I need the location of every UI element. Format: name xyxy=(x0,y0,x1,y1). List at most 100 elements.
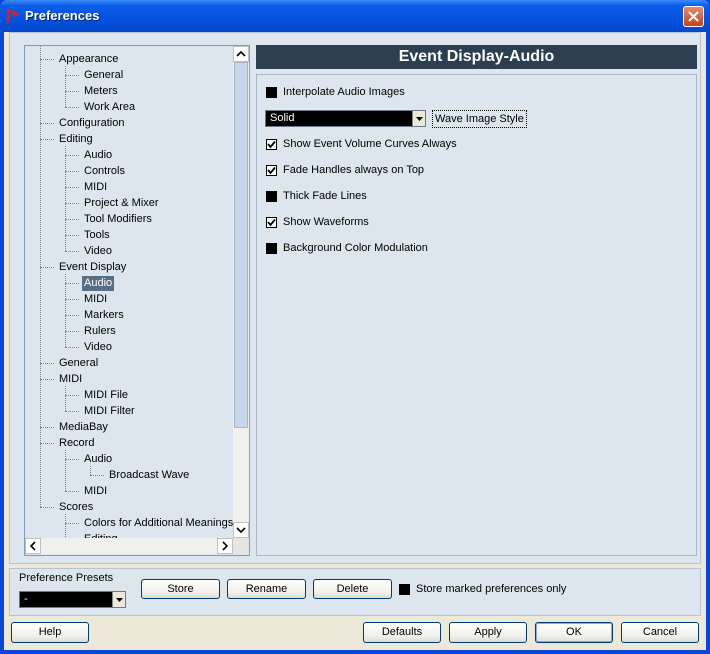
preferences-tree[interactable]: Appearance General Meters Work Area Configur… xyxy=(24,45,250,556)
tree-connector xyxy=(40,123,42,139)
tree-item[interactable]: MIDI xyxy=(82,292,109,307)
tree-horizontal-scrollbar[interactable] xyxy=(25,538,233,554)
tree-item[interactable]: Work Area xyxy=(82,100,137,115)
tree-connector xyxy=(65,235,79,237)
help-button[interactable]: Help xyxy=(11,622,89,643)
tree-item[interactable]: Controls xyxy=(82,164,127,179)
tree-item[interactable]: Record xyxy=(57,436,96,451)
tree-item[interactable]: Audio xyxy=(82,148,114,163)
tree-item[interactable]: Editing xyxy=(57,132,95,147)
tree-connector xyxy=(65,386,67,395)
checkbox[interactable] xyxy=(266,243,277,254)
option-label: Background Color Modulation xyxy=(283,242,428,254)
tree-connector xyxy=(65,299,67,315)
presets-select[interactable]: - xyxy=(19,591,126,608)
tree-connector xyxy=(65,299,79,301)
options-pane: Interpolate Audio Images Solid Wave Imag… xyxy=(256,74,697,556)
wave-style-value: Solid xyxy=(270,112,295,124)
tree-item[interactable]: Video xyxy=(82,244,114,259)
checkbox[interactable] xyxy=(266,165,277,176)
tree-connector xyxy=(65,331,79,333)
tree-connector xyxy=(40,443,42,507)
checkbox[interactable] xyxy=(266,217,277,228)
tree-item[interactable]: Project & Mixer xyxy=(82,196,161,211)
tree-connector xyxy=(40,267,42,363)
presets-value: - xyxy=(24,593,28,605)
tree-item[interactable]: MIDI Filter xyxy=(82,404,137,419)
tree-connector xyxy=(65,331,67,347)
scroll-left-button[interactable] xyxy=(25,538,41,554)
tree-vertical-scrollbar[interactable] xyxy=(233,46,249,538)
tree-item[interactable]: Video xyxy=(82,340,114,355)
tree-connector xyxy=(65,171,79,173)
chevron-down-icon xyxy=(236,527,246,534)
tree-connector xyxy=(65,283,67,299)
tree-connector xyxy=(65,91,79,93)
main-area: Appearance General Meters Work Area Configur… xyxy=(9,32,701,564)
tree-connector xyxy=(65,523,79,525)
tree-connector xyxy=(65,219,67,235)
tree-connector xyxy=(65,283,79,285)
ok-button[interactable]: OK xyxy=(535,622,613,643)
tree-item[interactable]: Tools xyxy=(82,228,112,243)
title-bar[interactable]: Preferences xyxy=(0,0,710,32)
cancel-button[interactable]: Cancel xyxy=(621,622,699,643)
tree-connector xyxy=(65,75,67,91)
scroll-right-button[interactable] xyxy=(217,538,233,554)
dropdown-button[interactable] xyxy=(412,111,425,126)
window-title: Preferences xyxy=(25,8,100,23)
checkbox[interactable] xyxy=(266,191,277,202)
tree-item[interactable]: Audio xyxy=(82,452,114,467)
tree-item[interactable]: MIDI File xyxy=(82,388,130,403)
delete-button[interactable]: Delete xyxy=(313,579,392,599)
checkbox[interactable] xyxy=(266,139,277,150)
tree-item[interactable]: Appearance xyxy=(57,52,120,67)
tree-item[interactable]: Broadcast Wave xyxy=(107,468,191,483)
defaults-button[interactable]: Defaults xyxy=(363,622,441,643)
close-icon xyxy=(688,11,699,22)
tree-connector xyxy=(40,379,54,381)
tree-item[interactable]: MediaBay xyxy=(57,420,110,435)
tree-connector xyxy=(65,187,79,189)
tree-item[interactable]: General xyxy=(57,356,100,371)
tree-list: Appearance General Meters Work Area Configur… xyxy=(25,46,233,538)
tree-item[interactable]: Scores xyxy=(57,500,95,515)
dropdown-button[interactable] xyxy=(112,592,125,607)
store-marked-label: Store marked preferences only xyxy=(416,583,567,595)
tree-item[interactable]: MIDI xyxy=(82,484,109,499)
tree-connector xyxy=(65,491,79,493)
scroll-down-button[interactable] xyxy=(233,522,249,538)
tree-connector xyxy=(65,411,79,413)
tree-item[interactable]: Configuration xyxy=(57,116,126,131)
tree-connector xyxy=(65,187,67,203)
close-button[interactable] xyxy=(683,6,704,27)
store-button[interactable]: Store xyxy=(141,579,220,599)
tree-item[interactable]: Audio xyxy=(82,276,115,291)
tree-item[interactable]: General xyxy=(82,68,125,83)
scroll-thumb[interactable] xyxy=(234,62,248,428)
tree-connector xyxy=(65,146,67,155)
rename-button[interactable]: Rename xyxy=(227,579,306,599)
option-label: Show Event Volume Curves Always xyxy=(283,138,457,150)
scroll-up-button[interactable] xyxy=(233,46,249,62)
tree-item[interactable]: Event Display xyxy=(57,260,128,275)
tree-connector xyxy=(65,514,67,523)
tree-connector xyxy=(40,139,42,267)
tree-item[interactable]: MIDI xyxy=(82,180,109,195)
check-icon xyxy=(267,166,276,175)
tree-item[interactable]: Rulers xyxy=(82,324,118,339)
checkbox[interactable] xyxy=(266,87,277,98)
tree-item[interactable]: MIDI xyxy=(57,372,84,387)
tree-connector xyxy=(65,523,67,538)
tree-connector xyxy=(65,251,79,253)
wave-style-select[interactable]: Solid xyxy=(265,110,426,127)
apply-button[interactable]: Apply xyxy=(449,622,527,643)
checkbox[interactable] xyxy=(399,584,410,595)
chevron-down-icon xyxy=(116,598,123,602)
tree-item[interactable]: Meters xyxy=(82,84,120,99)
tree-connector xyxy=(65,395,67,411)
tree-item[interactable]: Tool Modifiers xyxy=(82,212,154,227)
tree-item[interactable]: Markers xyxy=(82,308,126,323)
tree-item[interactable]: Colors for Additional Meanings xyxy=(82,516,233,531)
panel-header: Event Display-Audio xyxy=(256,45,697,69)
